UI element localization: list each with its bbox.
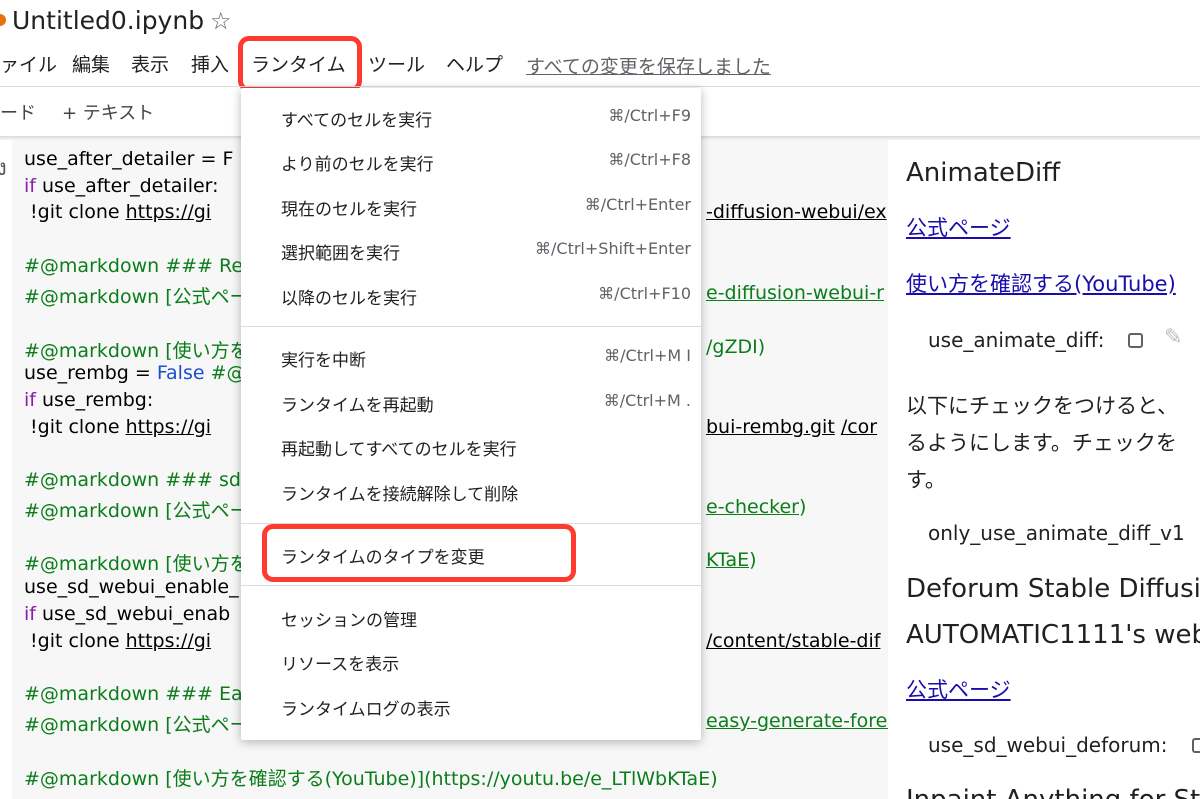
menu-item-run-before[interactable]: より前のセルを実行 ⌘/Ctrl+F8 (241, 140, 701, 184)
add-text-button[interactable]: + テキスト (62, 99, 154, 125)
menu-view[interactable]: 表示 (131, 50, 169, 77)
menu-item-shortcut: ⌘/Ctrl+M . (603, 391, 691, 410)
code-line: use_rembg = False #@ (24, 362, 246, 384)
form-description-line: 以下にチェックをつけると、 (906, 394, 1179, 418)
code-line: #@markdown ### Eas (24, 683, 253, 705)
menu-item-manage-sessions[interactable]: セッションの管理 (241, 596, 701, 640)
param-label-animate-diff: use_animate_diff: (928, 328, 1105, 352)
menu-item-label: 実行を中断 (281, 351, 366, 371)
code-line-tail: -diffusion-webui/ex (706, 201, 887, 223)
code-line: #@markdown [使い方を (24, 553, 249, 575)
menu-item-run-all[interactable]: すべてのセルを実行 ⌘/Ctrl+F9 (241, 96, 701, 140)
param-label-only-animate-diff: only_use_animate_diff_v1 (928, 521, 1185, 545)
menu-file[interactable]: ァイル (0, 50, 57, 77)
code-line: use_after_detailer = F (24, 148, 234, 170)
menu-item-label: 再起動してすべてのセルを実行 (281, 440, 517, 460)
menu-item-shortcut: ⌘/Ctrl+F9 (608, 106, 691, 125)
notebook-title[interactable]: Untitled0.ipynb (12, 6, 204, 35)
colab-logo-icon (0, 14, 6, 26)
code-line-tail: /content/stable-dif (706, 630, 881, 652)
menu-item-label: より前のセルを実行 (281, 155, 434, 175)
menu-item-label: ランタイムを接続解除して削除 (281, 485, 519, 505)
youtube-howto-link[interactable]: 使い方を確認する(YouTube) (906, 268, 1176, 298)
code-line: !git clone https://gi (24, 201, 212, 223)
form-heading-animatediff: AnimateDiff (906, 158, 1061, 188)
code-line: !git clone https://gi (24, 630, 212, 652)
use-animate-diff-checkbox[interactable] (1128, 333, 1143, 348)
code-line: !git clone https://gi (24, 416, 212, 438)
official-page-link[interactable]: 公式ページ (906, 212, 1011, 242)
menu-item-shortcut: ⌘/Ctrl+F10 (598, 284, 691, 303)
toolbar-divider (0, 86, 1200, 87)
code-line: #@markdown ### Rer (24, 255, 251, 277)
menu-insert[interactable]: 挿入 (191, 50, 229, 77)
menu-item-label: 選択範囲を実行 (281, 244, 400, 264)
menu-item-restart-and-run-all[interactable]: 再起動してすべてのセルを実行 (241, 425, 701, 469)
menu-divider (241, 326, 701, 327)
code-line: #@markdown [公式ペー (24, 286, 249, 308)
menu-item-shortcut: ⌘/Ctrl+Shift+Enter (535, 239, 691, 258)
form-panel: AnimateDiff 公式ページ 使い方を確認する(YouTube) use_… (888, 140, 1200, 799)
menu-item-label: セッションの管理 (281, 611, 417, 631)
menu-item-label: 以降のセルを実行 (281, 289, 417, 309)
code-line-tail: e-diffusion-webui-r (706, 282, 884, 304)
code-line-tail: bui-rembg.git /cor (706, 416, 878, 438)
save-status-link[interactable]: すべての変更を保存しました (526, 52, 771, 79)
star-icon[interactable]: ☆ (210, 7, 232, 35)
use-deforum-checkbox[interactable] (1192, 738, 1200, 753)
code-line: if use_sd_webui_enab (24, 603, 231, 625)
code-line: if use_after_detailer: (24, 175, 219, 197)
add-code-button[interactable]: ード (0, 99, 36, 125)
run-cell-icon[interactable]: ง (0, 150, 7, 185)
menu-help[interactable]: ヘルプ (446, 50, 503, 77)
code-line: #@markdown [公式ペー (24, 714, 249, 736)
code-line-tail: KTaE) (706, 549, 757, 571)
menu-item-view-resources[interactable]: リソースを表示 (241, 640, 701, 684)
menu-item-disconnect-delete[interactable]: ランタイムを接続解除して削除 (241, 470, 701, 514)
code-line: use_sd_webui_enable_ (24, 576, 239, 598)
menu-divider (241, 585, 701, 586)
edit-pencil-icon[interactable]: ✎ (1164, 325, 1182, 350)
menu-item-interrupt[interactable]: 実行を中断 ⌘/Ctrl+M I (241, 336, 701, 380)
code-line: #@markdown ### sd- (24, 469, 248, 491)
code-line: #@markdown [公式ペー (24, 500, 249, 522)
cell-gutter (0, 140, 12, 799)
menu-tools[interactable]: ツール (368, 50, 425, 77)
code-line: if use_rembg: (24, 389, 154, 411)
change-runtime-type-highlight (262, 524, 576, 582)
code-line-tail: /gZDI) (706, 336, 766, 358)
form-description-line: す。 (906, 468, 946, 492)
menu-item-shortcut: ⌘/Ctrl+M I (604, 346, 691, 365)
official-page-link[interactable]: 公式ページ (906, 674, 1011, 704)
menu-item-label: ランタイムログの表示 (281, 700, 451, 720)
menu-edit[interactable]: 編集 (72, 50, 110, 77)
menu-item-label: リソースを表示 (281, 655, 400, 675)
code-line-tail: easy-generate-forev (706, 710, 899, 732)
code-line: #@markdown [使い方を (24, 340, 249, 362)
menu-item-restart-runtime[interactable]: ランタイムを再起動 ⌘/Ctrl+M . (241, 381, 701, 425)
form-heading-deforum: Deforum Stable Diffusio (906, 574, 1200, 604)
menu-item-label: すべてのセルを実行 (281, 111, 433, 131)
menu-item-label: ランタイムを再起動 (281, 396, 434, 416)
runtime-menu-highlight (238, 36, 362, 92)
menu-item-run-current[interactable]: 現在のセルを実行 ⌘/Ctrl+Enter (241, 185, 701, 229)
param-label-deforum: use_sd_webui_deforum: (928, 733, 1168, 757)
menu-item-label: 現在のセルを実行 (281, 200, 417, 220)
menu-item-shortcut: ⌘/Ctrl+F8 (608, 150, 691, 169)
form-heading-deforum-sub: AUTOMATIC1111's web (906, 620, 1200, 650)
form-heading-inpaint: Inpaint Anything for Sta (906, 785, 1200, 799)
code-line: #@markdown [使い方を確認する(YouTube)](https://y… (24, 768, 718, 790)
menu-item-view-runtime-logs[interactable]: ランタイムログの表示 (241, 685, 701, 729)
menu-item-run-selection[interactable]: 選択範囲を実行 ⌘/Ctrl+Shift+Enter (241, 229, 701, 273)
menu-item-run-after[interactable]: 以降のセルを実行 ⌘/Ctrl+F10 (241, 274, 701, 318)
form-description-line: るようにします。チェックを (906, 431, 1177, 455)
runtime-dropdown-menu: すべてのセルを実行 ⌘/Ctrl+F9 より前のセルを実行 ⌘/Ctrl+F8 … (241, 88, 701, 740)
menu-item-shortcut: ⌘/Ctrl+Enter (584, 195, 691, 214)
code-line-tail: e-checker) (706, 496, 807, 518)
